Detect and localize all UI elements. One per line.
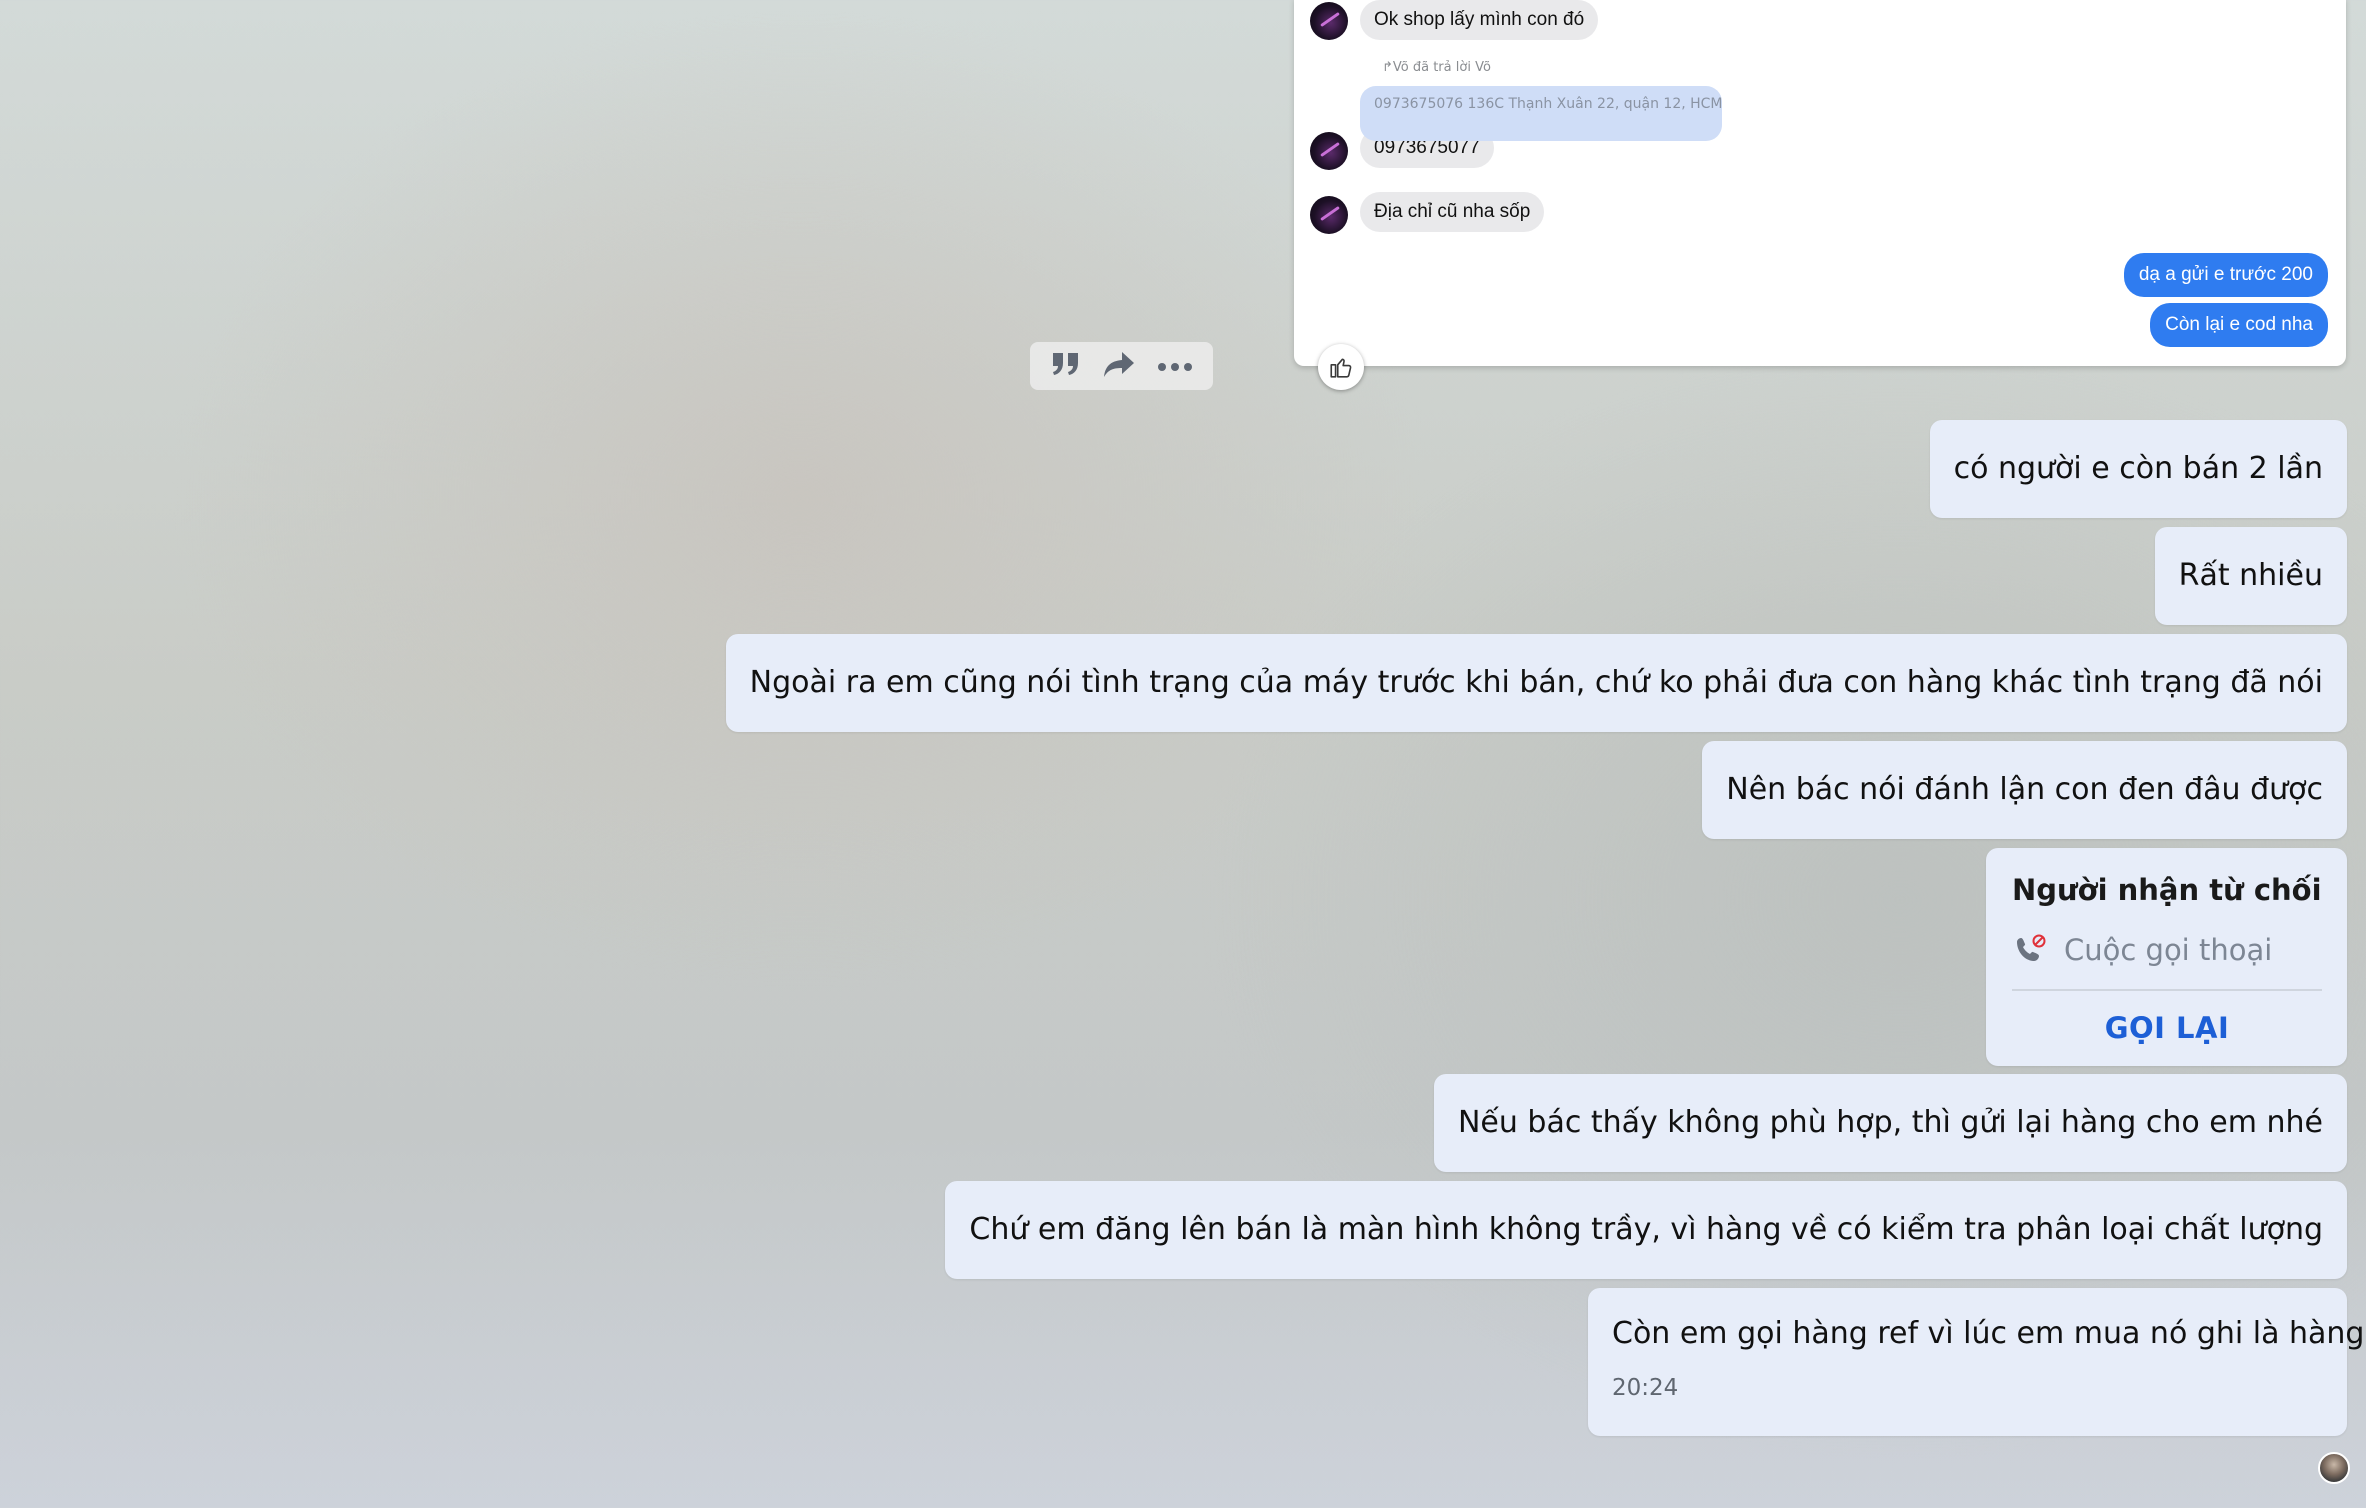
chat-message-last[interactable]: Còn em gọi hàng ref vì lúc em mua nó ghi… [1588,1288,2366,1436]
message-timestamp: 20:24 [1612,1375,1679,1401]
call-status-title: Người nhận từ chối [2012,873,2322,907]
contact-avatar [1310,196,1348,234]
chat-message[interactable]: Rất nhiều [2154,527,2347,625]
missed-call-icon [2017,934,2046,961]
screenshot-sent-message: dạ a gửi e trước 200 [2123,253,2328,297]
chat-message[interactable]: có người e còn bán 2 lần [1929,420,2347,518]
quoted-message: 0973675076 136C Thạnh Xuân 22, quận 12, … [1360,86,1723,141]
message-text: Còn em gọi hàng ref vì lúc em mua nó ghi… [1612,1316,2366,1351]
more-icon[interactable] [1157,357,1193,376]
seen-avatar [2318,1452,2350,1484]
call-type-label: Cuộc gọi thoại [2064,933,2273,967]
chat-message[interactable]: Nên bác nói đánh lận con đen đâu được [1702,741,2347,839]
call-back-button[interactable]: GỌI LẠI [2012,1011,2322,1045]
divider [2012,989,2322,991]
contact-avatar [1310,2,1348,40]
message-action-toolbar [1030,342,1213,390]
screenshot-message: Ok shop lấy mình con đó [1360,0,1599,40]
reply-label: ↱Võ đã trả lời Võ [1382,60,1491,75]
chat-message[interactable]: Chứ em đăng lên bán là màn hình không tr… [945,1181,2347,1279]
chat-screenshot-image[interactable]: Ok shop lấy mình con đó 0973675077 Địa c… [1294,0,2346,366]
thumbs-up-icon [1330,358,1352,378]
chat-message[interactable]: Nếu bác thấy không phù hợp, thì gửi lại … [1433,1074,2347,1172]
chat-message[interactable]: Ngoài ra em cũng nói tình trạng của máy … [725,634,2347,732]
screenshot-message: Địa chỉ cũ nha sốp [1360,192,1545,232]
contact-avatar [1310,132,1348,170]
screenshot-sent-message: Còn lại e cod nha [2150,303,2328,347]
like-reaction-button[interactable] [1318,344,1364,390]
call-log-card: Người nhận từ chối Cuộc gọi thoại GỌI LẠ… [1986,848,2347,1066]
forward-icon[interactable] [1102,349,1136,383]
quote-icon[interactable] [1050,349,1082,383]
